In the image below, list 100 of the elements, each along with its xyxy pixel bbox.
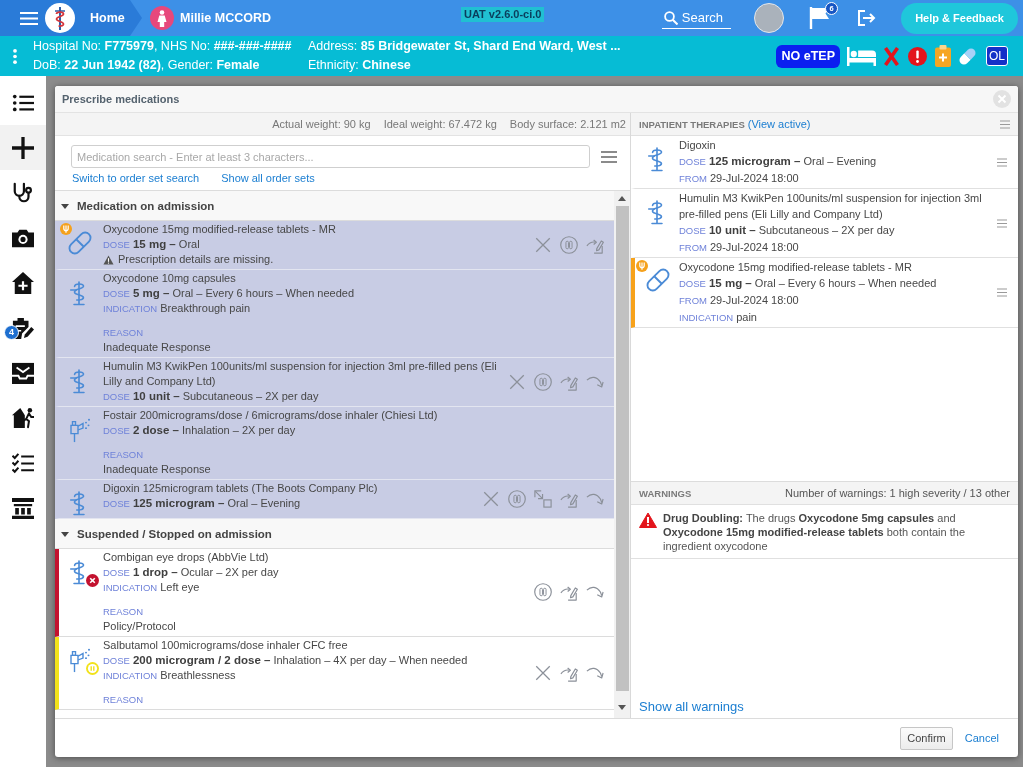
pause-icon — [534, 583, 552, 601]
notice-text: Prescription details are missing. — [118, 252, 274, 267]
detail-label: DOSE — [103, 655, 130, 666]
medication-name: Salbutamol 100micrograms/dose inhaler CFC free — [103, 638, 349, 653]
capsule-icon — [646, 268, 670, 292]
detail-label: INDICATION — [103, 303, 158, 314]
detail-label: DOSE — [103, 425, 130, 436]
detail-label: DOSE — [679, 225, 706, 236]
detail-value: 15 mg – Oral — [132, 238, 200, 250]
detail-label: DOSE — [103, 498, 130, 509]
medication-name: Humulin M3 KwikPen 100units/ml suspension for injection 3ml pre-filled pens (Eli Lilly and Company Ltd) — [103, 359, 498, 389]
medication-row[interactable]: Digoxin 125microgram tablets (The Boots Company Plc) DOSE 125 microgram – Oral – Evening — [55, 480, 614, 519]
detail-label: DOSE — [103, 288, 130, 299]
scrollbar-thumb[interactable] — [615, 206, 629, 691]
scrollbar[interactable] — [614, 191, 630, 718]
patient-detail: Hospital No: F775979, NHS No: ###-###-#### — [33, 38, 293, 55]
x-icon — [534, 663, 552, 682]
therapy-name: Humulin M3 KwikPen 100units/ml suspension for injection 3ml pre-filled pens (Eli Lilly and Company Ltd) — [679, 191, 983, 222]
bed-icon[interactable] — [847, 46, 876, 66]
medication-row[interactable]: Fostair 200micrograms/dose / 6micrograms/dose inhaler (Chiesi Ltd) DOSE 2 dose – Inhalation – 2X per day REASON Inadequate Response — [55, 407, 614, 480]
detail-value: 10 unit – Subcutaneous – 2X per day — [708, 224, 895, 236]
menu-icon[interactable] — [997, 157, 1007, 167]
flag-icon[interactable] — [809, 7, 829, 29]
detail-label: INDICATION — [679, 312, 734, 323]
warning-icon — [103, 254, 114, 265]
menu-icon[interactable] — [1000, 119, 1010, 129]
environment-badge: UAT v2.6.0-ci.0 — [461, 7, 545, 22]
inhaler-icon — [68, 647, 90, 673]
detail-label: DOSE — [103, 239, 130, 250]
medication-name: Digoxin 125microgram tablets (The Boots Company Plc) — [103, 481, 379, 496]
section-toggle[interactable]: Medication on admission — [55, 191, 614, 221]
checklist-icon — [12, 451, 34, 474]
clipboard-plus-icon[interactable] — [935, 45, 951, 67]
logout-icon[interactable] — [858, 10, 876, 26]
measurement-text: Actual weight: 90 kg — [272, 118, 371, 130]
scroll-up-icon[interactable] — [618, 196, 626, 201]
pill-icon[interactable] — [958, 46, 977, 66]
confirm-button[interactable]: Confirm — [900, 726, 953, 750]
medication-search-field[interactable]: Medication search - Enter at least 3 characters... — [71, 145, 590, 168]
medication-row[interactable]: Salbutamol 100micrograms/dose inhaler CFC free DOSE 200 microgram / 2 dose – Inhalation – 4X per day – When needed INDICATION Breathlessness REASON — [55, 637, 614, 710]
x-icon — [508, 372, 526, 391]
reason-label: REASON — [103, 448, 145, 462]
detail-label: INDICATION — [103, 670, 158, 681]
reason-label: REASON — [103, 326, 145, 340]
x-icon — [482, 489, 500, 508]
measurement-text: Ideal weight: 67.472 kg — [383, 118, 497, 130]
therapy-name: Oxycodone 15mg modified-release tablets - MR — [679, 260, 913, 275]
view-active-link[interactable]: (View active) — [747, 118, 811, 130]
avatar-placeholder[interactable] — [754, 3, 784, 33]
order-set-link[interactable]: Switch to order set search — [72, 171, 200, 186]
x-mark-icon[interactable] — [884, 46, 899, 66]
warnings-summary: Number of warnings: 1 high severity / 13 other — [785, 487, 1010, 499]
detail-value: 2 dose – Inhalation – 2X per day — [132, 424, 296, 436]
detail-label: DOSE — [103, 391, 130, 402]
medication-row[interactable]: Oxycodone 10mg capsules DOSE 5 mg – Oral – Every 6 hours – When needed INDICATION Breakthrough pain REASON Inadequate Response — [55, 270, 614, 358]
menu-icon[interactable] — [997, 218, 1007, 228]
warning-triangle-icon — [639, 512, 657, 528]
detail-value: pain — [736, 311, 757, 323]
more-options-icon[interactable] — [13, 49, 17, 64]
cancel-link[interactable]: Cancel — [964, 732, 999, 744]
detail-label: INDICATION — [103, 582, 158, 593]
detail-value: 15 mg – Oral – Every 6 hours – When needed — [708, 277, 937, 289]
detail-value: 10 unit – Subcutaneous – 2X per day — [132, 390, 319, 402]
medication-name: Fostair 200micrograms/dose / 6micrograms/dose inhaler (Chiesi Ltd) — [103, 408, 439, 423]
medication-row[interactable]: Humulin M3 KwikPen 100units/ml suspension for injection 3ml pre-filled pens (Eli Lilly and Company Ltd) DOSE 10 unit – Subcutaneous – 2X per day — [55, 358, 614, 407]
detail-value: Left eye — [160, 581, 200, 593]
sidebar-item[interactable]: 4 — [0, 305, 46, 350]
show-all-warnings-link[interactable]: Show all warnings — [639, 698, 744, 715]
order-set-link[interactable]: Show all order sets — [221, 171, 315, 186]
section-toggle[interactable]: Suspended / Stopped on admission — [55, 519, 614, 549]
reason-label: REASON — [103, 605, 145, 619]
detail-value: 29-Jul-2024 18:00 — [709, 241, 799, 253]
therapies-title: INPATIENT THERAPIES — [639, 118, 745, 130]
detail-value: Breakthrough pain — [160, 302, 251, 314]
menu-icon[interactable] — [997, 288, 1007, 297]
detail-label: DOSE — [679, 278, 706, 289]
caduceus-logo-icon[interactable] — [45, 3, 75, 33]
warnings-title: WARNINGS — [639, 487, 692, 499]
inhaler-icon — [68, 417, 90, 443]
patient-detail: DoB: 22 Jun 1942 (82), Gender: Female — [33, 57, 261, 74]
search-icon — [663, 10, 678, 25]
scroll-down-icon[interactable] — [618, 705, 626, 710]
detail-label: FROM — [679, 295, 707, 306]
exclamation-icon[interactable] — [908, 46, 927, 66]
detail-value: 200 microgram / 2 dose – Inhalation – 4X per day – When needed — [132, 654, 468, 666]
ol-badge[interactable]: OL — [986, 46, 1008, 66]
count-badge: 4 — [4, 325, 19, 340]
sidebar-item[interactable] — [0, 125, 46, 170]
plus-icon — [12, 136, 34, 159]
medication-name: Combigan eye drops (AbbVie Ltd) — [103, 550, 270, 565]
etep-badge: NO eTEP — [776, 44, 840, 68]
reason-label: REASON — [103, 693, 145, 707]
warning-message: Drug Doubling: The drugs Oxycodone 5mg capsules and Oxycodone 15mg modified-release tablets both contain the ingredient oxycodone — [663, 511, 967, 553]
reason-value: Inadequate Response — [103, 462, 212, 477]
house-plus-icon — [12, 271, 34, 294]
medication-row[interactable]: Oxycodone 15mg modified-release tablets - MR DOSE 15 mg – Oral Prescription details are missing. — [55, 221, 614, 270]
menu-icon[interactable] — [601, 150, 617, 163]
medication-row[interactable]: Combigan eye drops (AbbVie Ltd) DOSE 1 drop – Ocular – 2X per day INDICATION Left eye REASON Policy/Protocol — [55, 549, 614, 637]
capsule-icon — [68, 231, 92, 255]
home-link[interactable]: Home — [90, 11, 125, 25]
